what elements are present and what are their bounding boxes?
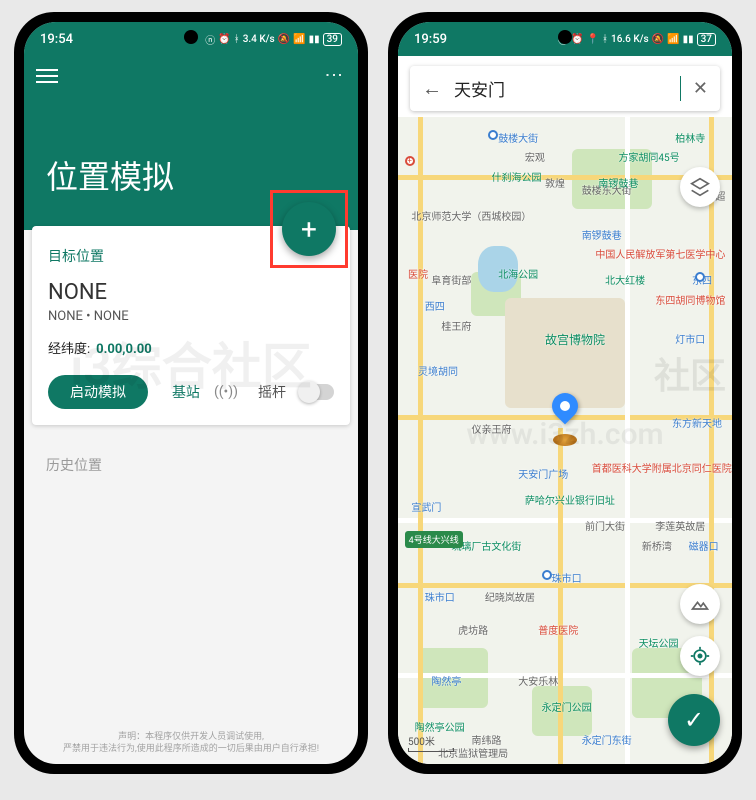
search-input[interactable]: 天安门	[454, 76, 681, 101]
page-title: 位置模拟 +	[24, 96, 358, 230]
tutorial-highlight	[270, 190, 348, 268]
map-label: 新桥湾	[642, 538, 672, 553]
map-label: 阜育街部	[431, 272, 471, 287]
status-time: 19:54	[40, 32, 73, 47]
signal-icon: ▮▮	[309, 34, 320, 45]
locate-me-button[interactable]	[680, 636, 720, 676]
map-label: 北海公园	[498, 266, 538, 281]
history-section-label: 历史位置	[24, 425, 358, 475]
terrain-button[interactable]	[680, 584, 720, 624]
map-label: 纪晓岚故居	[485, 589, 535, 604]
disclaimer: 声明：本程序仅供开发人员调试使用, 严禁用于违法行为,使用此程序所造成的一切后果…	[24, 731, 358, 756]
location-sub: NONE • NONE	[48, 309, 334, 324]
map-label: 医院	[408, 266, 428, 281]
location-name: NONE	[48, 280, 334, 305]
net-speed: 16.6 K/s	[611, 34, 649, 45]
watermark: 社区	[654, 347, 726, 399]
map-label: 西四	[425, 298, 445, 313]
search-bar: ← 天安门 ✕	[410, 66, 720, 111]
map-label: 珠市口	[425, 589, 455, 604]
hospital-icon: +	[405, 156, 415, 166]
layers-button[interactable]	[680, 167, 720, 207]
metro-line-badge: 4号线大兴线	[405, 531, 463, 548]
map-label: 南锣鼓巷	[598, 175, 638, 190]
location-icon: 📍	[587, 34, 599, 45]
map-label: 南锣鼓巷	[582, 227, 622, 242]
battery-icon: 37	[697, 33, 716, 46]
signal-icon: ▮▮	[683, 34, 694, 45]
map-scale: 500米	[408, 733, 454, 752]
alarm-icon: ⏰	[571, 34, 583, 45]
pin-shadow	[553, 434, 577, 446]
map-label: 灵境胡同	[418, 363, 458, 378]
app-bar: ⋮	[24, 56, 358, 96]
map-label: 柏林寺	[675, 130, 705, 145]
nfc-icon: ⓝ	[205, 32, 215, 47]
map-label: 中国人民解放军第七医学中心	[595, 246, 725, 261]
map-label: 故宫博物院	[545, 331, 605, 348]
map-label: 灯市口	[675, 331, 705, 346]
map-label: 永定门东街	[582, 732, 632, 747]
map-label: 首都医科大学附属北京同仁医院	[592, 460, 732, 475]
subway-icon	[488, 130, 498, 140]
map-label: 珠市口	[552, 570, 582, 585]
map-label: 天坛公园	[639, 635, 679, 650]
base-station-label[interactable]: 基站	[172, 382, 200, 402]
mute-icon: 🔕	[278, 34, 290, 45]
subway-icon	[542, 570, 552, 580]
map-label: 虎坊路	[458, 622, 488, 637]
map-label: 大安乐林	[518, 673, 558, 688]
map-label: 敦煌	[545, 175, 565, 190]
map-label: 北大红楼	[605, 272, 645, 287]
map-label: 普度医院	[538, 622, 578, 637]
map-label: 陶然亭公园	[415, 719, 465, 734]
map-label: 鼓楼大街	[498, 130, 538, 145]
map-label: 萨哈尔兴业银行旧址	[525, 492, 615, 507]
map-label: 桂王府	[441, 318, 471, 333]
map-label: 宏观	[525, 149, 545, 164]
map-label: 陶然亭	[431, 673, 461, 688]
map-label: 北京师范大学（西城校园）	[411, 208, 531, 223]
map-label: 天安门广场	[518, 466, 568, 481]
confirm-location-button[interactable]: ✓	[668, 694, 720, 746]
coordinates: 经纬度:0.00,0.00	[48, 338, 334, 357]
start-simulation-button[interactable]: 启动模拟	[48, 375, 148, 409]
map-label: 什刹海公园	[492, 169, 542, 184]
joystick-label: 摇杆	[258, 382, 286, 402]
battery-icon: 39	[323, 33, 342, 46]
map-label: 永定门公园	[542, 699, 592, 714]
menu-button[interactable]	[36, 69, 58, 83]
wifi-icon: 📶	[293, 34, 305, 45]
wifi-icon: 📶	[667, 34, 679, 45]
antenna-icon: ((•))	[214, 384, 238, 400]
clear-search-button[interactable]: ✕	[693, 78, 708, 99]
overflow-menu-button[interactable]: ⋮	[323, 66, 344, 86]
bt-icon: ᚼ	[602, 34, 608, 45]
map-label: 仪亲王府	[471, 421, 511, 436]
map-canvas[interactable]: 鼓楼大街 柏林寺 鼓楼东大街 梁启超 什刹海公园 敦煌 南锣鼓巷 北京师范大学（…	[398, 117, 732, 764]
bt-icon: ᚼ	[234, 34, 240, 45]
map-label: 东方新天地	[672, 415, 722, 430]
map-label: 方家胡同45号	[618, 149, 679, 164]
back-button[interactable]: ←	[422, 76, 442, 101]
map-label: 李莲英故居	[655, 518, 705, 533]
map-label: 东四胡同博物馆	[655, 292, 725, 307]
map-label: 宣武门	[411, 499, 441, 514]
mute-icon: 🔕	[652, 34, 664, 45]
status-time: 19:59	[414, 32, 447, 47]
joystick-toggle[interactable]	[300, 384, 334, 400]
map-label: 磁器口	[689, 538, 719, 553]
net-speed: 3.4 K/s	[243, 34, 275, 45]
map-label: 前门大街	[585, 518, 625, 533]
alarm-icon: ⏰	[218, 34, 230, 45]
